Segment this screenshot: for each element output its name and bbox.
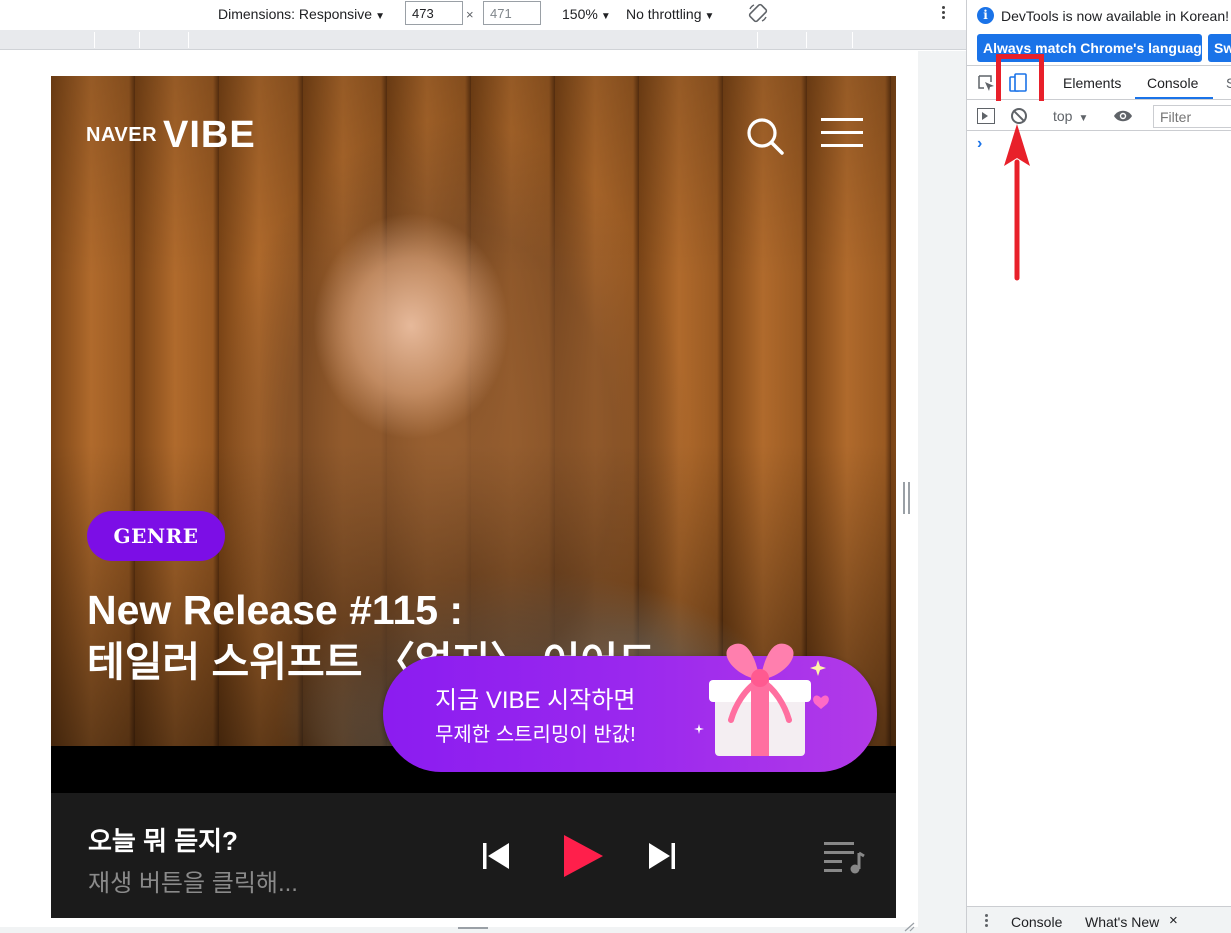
tab-elements[interactable]: Elements bbox=[1063, 75, 1121, 91]
throttling-label: No throttling bbox=[626, 6, 702, 22]
console-filter-input[interactable] bbox=[1153, 105, 1231, 128]
logo-vibe: VIBE bbox=[163, 114, 256, 156]
tab-sources[interactable]: S bbox=[1226, 75, 1231, 91]
viewport-bottom-resize-handle[interactable] bbox=[458, 927, 488, 931]
promo-line2: 무제한 스트리밍이 반값! bbox=[435, 724, 636, 746]
arrow-up-annotation bbox=[1004, 124, 1030, 281]
hero-title-line1: New Release #115 : bbox=[87, 587, 464, 633]
corner-resize-handle[interactable] bbox=[903, 922, 915, 932]
switch-language-button[interactable]: Sw bbox=[1208, 34, 1231, 62]
now-playing-subtitle: 재생 버튼을 클릭해... bbox=[88, 870, 298, 897]
playlist-icon[interactable] bbox=[823, 839, 865, 875]
context-label: top bbox=[1053, 108, 1073, 124]
tab-console[interactable]: Console bbox=[1147, 75, 1198, 91]
search-icon[interactable] bbox=[745, 116, 785, 156]
promo-line1: 지금 VIBE 시작하면 bbox=[435, 687, 636, 714]
play-icon[interactable] bbox=[561, 833, 605, 879]
hamburger-menu-icon[interactable] bbox=[821, 118, 863, 152]
info-icon: i bbox=[977, 7, 994, 24]
dimensions-label: Dimensions: Responsive bbox=[218, 6, 373, 22]
width-input[interactable] bbox=[405, 1, 463, 25]
active-tab-indicator bbox=[1135, 97, 1213, 99]
now-playing-title: 오늘 뭐 듣지? bbox=[88, 826, 238, 856]
viewport-resize-handle[interactable] bbox=[903, 482, 911, 514]
skip-next-icon[interactable] bbox=[647, 841, 677, 871]
drawer-tab-console[interactable]: Console bbox=[1011, 914, 1062, 930]
zoom-dropdown[interactable]: 150% ▼ bbox=[562, 6, 611, 22]
caret-down-icon: ▼ bbox=[1078, 113, 1089, 124]
caret-down-icon: ▼ bbox=[375, 11, 385, 22]
console-prompt[interactable]: › bbox=[977, 135, 982, 153]
devtools-drawer: Console What's New × bbox=[967, 906, 1231, 933]
caret-down-icon: ▼ bbox=[704, 11, 715, 22]
promo-banner[interactable]: 지금 VIBE 시작하면 무제한 스트리밍이 반값! bbox=[383, 643, 877, 772]
dimension-separator: × bbox=[466, 7, 474, 22]
height-input[interactable] bbox=[483, 1, 541, 25]
context-selector[interactable]: top ▼ bbox=[1053, 108, 1088, 124]
caret-down-icon: ▼ bbox=[600, 11, 611, 22]
infobar-message: DevTools is now available in Korean! bbox=[1001, 8, 1230, 24]
genre-badge[interactable]: GENRE bbox=[87, 511, 225, 561]
skip-previous-icon[interactable] bbox=[481, 841, 511, 871]
drawer-tab-whats-new[interactable]: What's New bbox=[1085, 914, 1159, 930]
zoom-label: 150% bbox=[562, 6, 598, 22]
inspect-element-icon[interactable] bbox=[977, 74, 995, 92]
rotate-icon[interactable] bbox=[748, 3, 768, 23]
media-query-bar[interactable] bbox=[0, 30, 966, 50]
devtools-tabbar: Elements Console S bbox=[967, 54, 1231, 116]
eye-icon[interactable] bbox=[1113, 109, 1133, 123]
throttling-dropdown[interactable]: No throttling ▼ bbox=[626, 6, 714, 22]
device-toolbar: Dimensions: Responsive▼ × 150%▼ No throt… bbox=[0, 0, 966, 30]
gift-icon bbox=[694, 643, 829, 756]
mini-player: 오늘 뭐 듣지? 재생 버튼을 클릭해... bbox=[51, 793, 896, 918]
drawer-menu-icon[interactable] bbox=[985, 913, 989, 929]
sidebar-icon[interactable] bbox=[977, 108, 995, 124]
logo-naver: NAVER bbox=[86, 124, 158, 146]
close-icon[interactable]: × bbox=[1169, 912, 1178, 929]
vibe-page: NAVER VIBE GENRE New Release #115 : 테일러 스… bbox=[51, 76, 896, 918]
more-options-icon[interactable] bbox=[938, 4, 948, 24]
dimensions-dropdown[interactable]: Dimensions: Responsive ▼ bbox=[218, 6, 385, 22]
naver-vibe-logo[interactable]: NAVER VIBE bbox=[86, 114, 256, 157]
